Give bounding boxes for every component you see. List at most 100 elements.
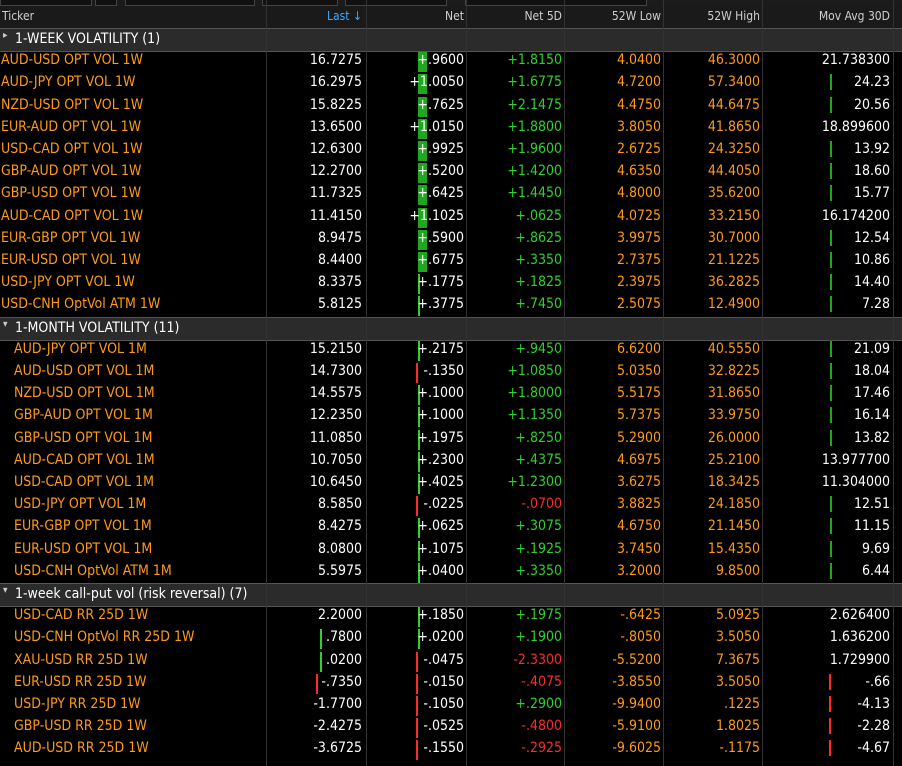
mavg-cell: 12.54 (853, 229, 890, 246)
mavg-cell: -4.67 (857, 740, 890, 757)
mavg-cell: -.66 (865, 673, 890, 690)
ticker-cell[interactable]: AUD-JPY OPT VOL 1M (14, 341, 147, 357)
net-cell: +1.0050 (409, 74, 464, 91)
table-row[interactable]: EUR-GBP OPT VOL 1M 8.4275 +.0625 +.3075 4.67… (0, 516, 902, 539)
ticker-cell[interactable]: AUD-USD OPT VOL 1W (1, 52, 143, 68)
ticker-cell[interactable]: GBP-USD OPT VOL 1W (1, 185, 141, 201)
ticker-cell[interactable]: USD-CAD OPT VOL 1M (14, 474, 154, 490)
ticker-cell[interactable]: EUR-USD RR 25D 1W (14, 674, 147, 690)
group-header-2[interactable]: ▾ 1-week call-put vol (risk reversal) (7) (0, 583, 902, 607)
low-cell: -.8050 (620, 629, 661, 646)
table-row[interactable]: GBP-USD OPT VOL 1M 11.0850 +.1975 +.8250 5.2… (0, 428, 902, 450)
ticker-cell[interactable]: EUR-GBP OPT VOL 1M (14, 518, 152, 534)
ticker-cell[interactable]: AUD-CAD OPT VOL 1W (1, 208, 143, 224)
table-row[interactable]: EUR-USD OPT VOL 1M 8.0800 +.1075 +.1925 3.74… (0, 539, 902, 561)
mavg-cell: 14.40 (853, 274, 890, 291)
low-cell: -5.5200 (612, 651, 661, 668)
ticker-cell[interactable]: GBP-USD RR 25D 1W (14, 718, 147, 734)
net5d-cell: -.0700 (521, 496, 562, 513)
net5d-cell: +.7450 (515, 296, 562, 313)
net-cell: +.1775 (417, 274, 464, 291)
net5d-cell: -.2925 (521, 740, 562, 757)
table-row[interactable]: AUD-CAD OPT VOL 1M 10.7050 +.2300 +.4375 4.6… (0, 450, 902, 472)
table-row[interactable]: USD-JPY RR 25D 1W -1.7700 -.1050 +.2900 -9.9… (0, 694, 902, 716)
caret-down-icon[interactable]: ▾ (3, 319, 8, 330)
high-cell: 44.4050 (707, 163, 760, 180)
column-header-row: Ticker Last ↓ Net Net 5D 52W Low 52W Hig… (0, 6, 902, 29)
ticker-cell[interactable]: GBP-USD OPT VOL 1M (14, 430, 153, 446)
table-row[interactable]: AUD-JPY OPT VOL 1W 16.2975 +1.0050 +1.6775 4… (0, 72, 902, 95)
table-row[interactable]: USD-JPY OPT VOL 1M 8.5850 -.0225 -.0700 3.88… (0, 494, 902, 517)
table-row[interactable]: NZD-USD OPT VOL 1W 15.8225 +.7625 +2.1475 4.… (0, 95, 902, 117)
ticker-cell[interactable]: AUD-JPY OPT VOL 1W (1, 74, 136, 90)
table-row[interactable]: USD-CAD OPT VOL 1M 10.6450 +.4025 +1.2300 3.… (0, 472, 902, 494)
col-header-last[interactable]: Last ↓ (268, 9, 362, 23)
caret-down-icon[interactable]: ▾ (3, 585, 8, 596)
mavg-cell: 6.44 (861, 562, 890, 579)
table-row[interactable]: AUD-USD OPT VOL 1W 16.7275 +.9600 +1.8150 4.… (0, 50, 902, 73)
table-row[interactable]: GBP-AUD OPT VOL 1M 12.2350 +.1000 +1.1350 5.… (0, 405, 902, 428)
column-divider (663, 0, 664, 766)
ticker-cell[interactable]: NZD-USD OPT VOL 1M (14, 385, 155, 401)
high-cell: 33.2150 (707, 207, 760, 224)
ticker-cell[interactable]: USD-JPY OPT VOL 1M (14, 496, 146, 512)
ticker-cell[interactable]: EUR-USD OPT VOL 1M (14, 541, 152, 557)
ticker-cell[interactable]: USD-CAD OPT VOL 1W (1, 141, 143, 157)
ticker-cell[interactable]: USD-CNH OptVol ATM 1W (1, 296, 160, 312)
mavg-cell: 18.899600 (821, 118, 890, 135)
col-header-net5d[interactable]: Net 5D (468, 9, 562, 23)
high-cell: 18.3425 (707, 474, 760, 490)
table-row[interactable]: USD-JPY OPT VOL 1W 8.3375 +.1775 +.1825 2.39… (0, 272, 902, 295)
low-cell: 2.5075 (616, 296, 661, 313)
table-row[interactable]: USD-CNH OptVol ATM 1M 5.5975 +.0400 +.3350 3… (0, 561, 902, 583)
ticker-cell[interactable]: AUD-USD RR 25D 1W (14, 740, 149, 756)
ticker-cell[interactable]: USD-CNH OptVol ATM 1M (14, 563, 172, 579)
col-header-mov-avg-30d[interactable]: Mov Avg 30D (764, 9, 890, 23)
last-cell: 10.6450 (309, 474, 362, 490)
ticker-cell[interactable]: USD-JPY RR 25D 1W (14, 696, 141, 712)
last-cell: 8.4400 (317, 252, 362, 268)
table-row[interactable]: AUD-CAD OPT VOL 1W 11.4150 +1.1025 +.0625 4.… (0, 206, 902, 228)
caret-right-icon[interactable]: ▸ (3, 30, 8, 41)
group-header-1[interactable]: ▾ 1-MONTH VOLATILITY (11) (0, 316, 902, 341)
table-row[interactable]: AUD-USD RR 25D 1W -3.6725 -.1550 -.2925 -9.6… (0, 738, 902, 761)
ticker-cell[interactable]: AUD-USD OPT VOL 1M (14, 363, 154, 379)
table-row[interactable]: EUR-AUD OPT VOL 1W 13.6500 +1.0150 +1.8800 3… (0, 117, 902, 139)
ticker-cell[interactable]: EUR-GBP OPT VOL 1W (1, 230, 140, 246)
ticker-cell[interactable]: NZD-USD OPT VOL 1W (1, 97, 143, 113)
table-row[interactable]: EUR-GBP OPT VOL 1W 8.9475 +.5900 +.8625 3.99… (0, 228, 902, 250)
mavg-cell: 21.738300 (821, 52, 890, 69)
high-cell: 32.8225 (707, 363, 760, 379)
ticker-cell[interactable]: XAU-USD RR 25D 1W (14, 652, 148, 668)
ticker-cell[interactable]: USD-JPY OPT VOL 1W (1, 274, 135, 290)
ticker-cell[interactable]: GBP-AUD OPT VOL 1M (14, 407, 153, 423)
net5d-cell: +.8250 (515, 429, 562, 446)
table-row[interactable]: GBP-USD OPT VOL 1W 11.7325 +.6425 +1.4450 4.… (0, 183, 902, 206)
ticker-cell[interactable]: GBP-AUD OPT VOL 1W (1, 163, 141, 179)
col-header-52w-low[interactable]: 52W Low (566, 9, 661, 23)
table-row[interactable]: XAU-USD RR 25D 1W .0200 -.0475 -2.3300 -5.52… (0, 650, 902, 672)
table-row[interactable]: USD-CAD RR 25D 1W 2.2000 +.1850 +.1975 -.642… (0, 605, 902, 628)
ticker-cell[interactable]: EUR-AUD OPT VOL 1W (1, 119, 141, 135)
table-row[interactable]: EUR-USD RR 25D 1W -.7350 -.0150 -.4075 -3.85… (0, 672, 902, 694)
ticker-cell[interactable]: AUD-CAD OPT VOL 1M (14, 452, 155, 468)
table-row[interactable]: NZD-USD OPT VOL 1M 14.5575 +.1000 +1.8000 5.… (0, 383, 902, 406)
mavg-cell: 11.304000 (821, 474, 890, 490)
ticker-cell[interactable]: EUR-USD OPT VOL 1W (1, 252, 141, 268)
table-row[interactable]: USD-CNH OptVol ATM 1W 5.8125 +.3775 +.7450 2… (0, 294, 902, 317)
ticker-cell[interactable]: USD-CAD RR 25D 1W (14, 607, 148, 623)
high-cell: 35.6200 (707, 185, 760, 202)
table-row[interactable]: GBP-USD RR 25D 1W -2.4275 -.0525 -.4800 -5.9… (0, 716, 902, 739)
table-row[interactable]: USD-CAD OPT VOL 1W 12.6300 +.9925 +1.9600 2.… (0, 139, 902, 161)
ticker-cell[interactable]: USD-CNH OptVol RR 25D 1W (14, 629, 194, 645)
group-header-0[interactable]: ▸ 1-WEEK VOLATILITY (1) (0, 28, 902, 52)
col-header-ticker[interactable]: Ticker (2, 9, 34, 23)
table-row[interactable]: AUD-USD OPT VOL 1M 14.7300 -.1350 +1.0850 5.… (0, 361, 902, 383)
col-header-52w-high[interactable]: 52W High (665, 9, 760, 23)
last-cell: 11.4150 (309, 207, 362, 224)
table-row[interactable]: USD-CNH OptVol RR 25D 1W .7800 +.0200 +.190… (0, 627, 902, 650)
table-row[interactable]: EUR-USD OPT VOL 1W 8.4400 +.6775 +.3350 2.73… (0, 250, 902, 272)
col-header-net[interactable]: Net (370, 9, 464, 23)
table-row[interactable]: AUD-JPY OPT VOL 1M 15.2150 +.2175 +.9450 6.6… (0, 339, 902, 361)
table-row[interactable]: GBP-AUD OPT VOL 1W 12.2700 +.5200 +1.4200 4.… (0, 161, 902, 184)
